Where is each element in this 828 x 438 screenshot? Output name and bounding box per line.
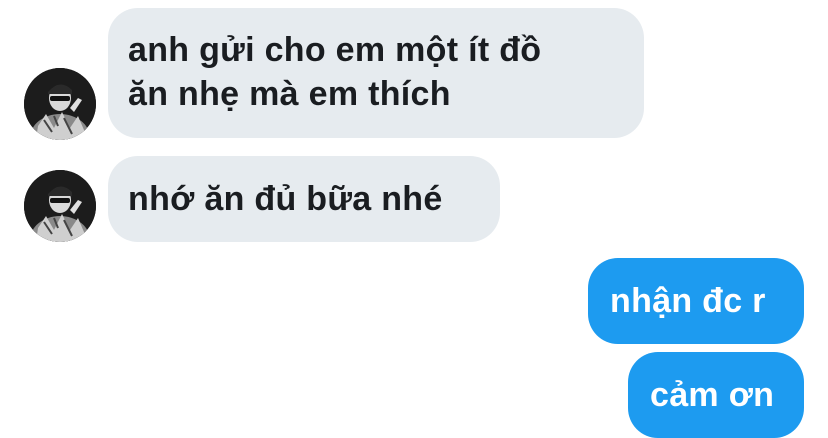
sender-avatar[interactable] xyxy=(24,68,96,140)
profile-photo-icon xyxy=(24,68,96,140)
message-text: cảm ơn xyxy=(650,376,775,414)
incoming-message-bubble[interactable]: anh gửi cho em một ít đồ ăn nhẹ mà em th… xyxy=(108,8,644,138)
message-text: nhận đc r xyxy=(610,282,766,320)
incoming-message-bubble[interactable]: nhớ ăn đủ bữa nhé xyxy=(108,156,500,242)
sender-avatar[interactable] xyxy=(24,170,96,242)
message-text-line: ăn nhẹ mà em thích xyxy=(128,75,451,113)
profile-photo-icon xyxy=(24,170,96,242)
message-text-line: anh gửi cho em một ít đồ xyxy=(128,31,542,69)
outgoing-message-bubble[interactable]: nhận đc r xyxy=(588,258,804,344)
outgoing-message-bubble[interactable]: cảm ơn xyxy=(628,352,804,438)
message-text: nhớ ăn đủ bữa nhé xyxy=(128,180,443,218)
